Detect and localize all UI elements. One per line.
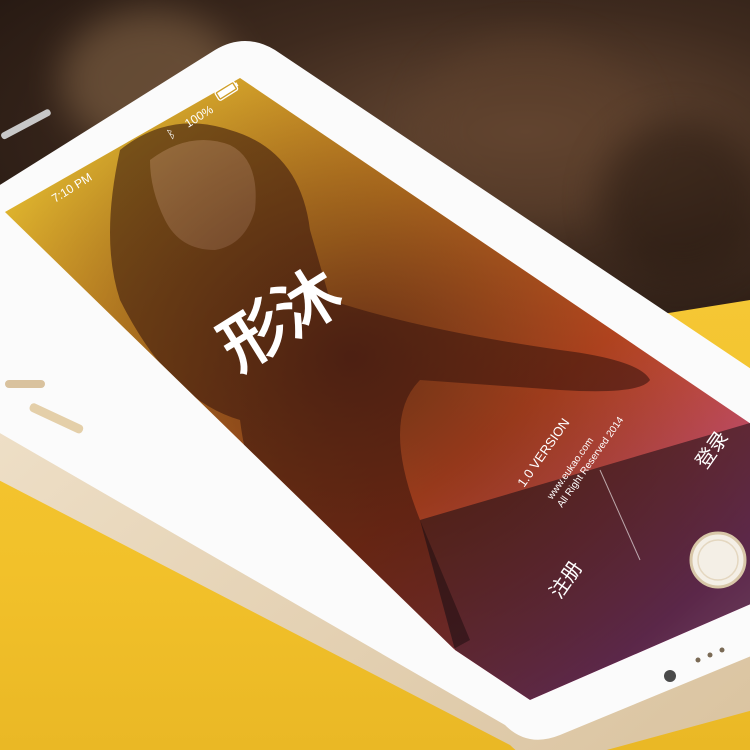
speaker-hole <box>707 652 713 658</box>
earpiece <box>1 109 51 140</box>
phone-illustration: 7:10 PM 100% ᛒ 形沐 1.0 VERSION www.eukao.… <box>0 41 750 750</box>
home-button[interactable] <box>689 531 747 589</box>
speaker-hole <box>719 647 725 653</box>
speaker-hole <box>695 657 701 663</box>
headphone-port <box>664 670 676 682</box>
volume-button[interactable] <box>5 380 45 388</box>
